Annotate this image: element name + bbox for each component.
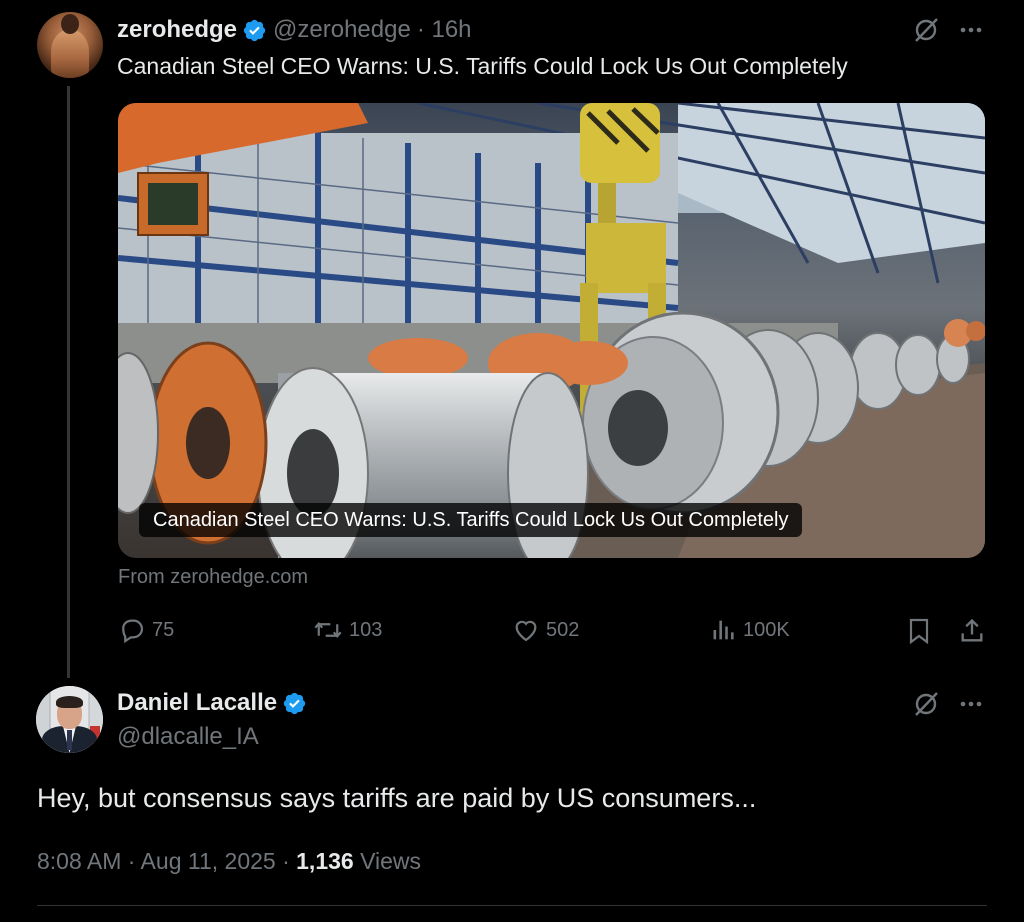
author-name[interactable]: zerohedge [117, 16, 237, 44]
reply-icon [122, 619, 144, 644]
views-label: Views [360, 848, 422, 874]
repost-icon [314, 621, 342, 639]
repost-count: 103 [349, 618, 383, 641]
card-source[interactable]: From zerohedge.com [118, 566, 308, 589]
card-caption: Canadian Steel CEO Warns: U.S. Tariffs C… [139, 503, 803, 537]
share-icon[interactable] [956, 616, 988, 646]
like-count: 502 [546, 618, 580, 641]
grok-icon[interactable] [910, 688, 942, 720]
reply-count: 75 [152, 618, 175, 641]
timestamp[interactable]: · 16h [417, 16, 472, 44]
avatar-daniel-lacalle[interactable] [36, 686, 103, 753]
views-count: 1,136 [296, 848, 354, 874]
views-count: 100K [743, 618, 790, 641]
views-button[interactable]: 100K [709, 616, 790, 644]
verified-badge-icon [282, 691, 307, 716]
verified-badge-icon [242, 18, 267, 43]
thread-line [67, 86, 70, 678]
bookmark-icon[interactable] [904, 616, 934, 646]
like-icon [515, 620, 537, 642]
like-button[interactable]: 502 [512, 616, 579, 644]
tweet-date[interactable]: · Aug 11, 2025 · [128, 848, 290, 874]
tweet-time[interactable]: 8:08 AM [37, 848, 121, 874]
author-handle[interactable]: @dlacalle_IA [117, 722, 259, 752]
avatar-zerohedge[interactable] [37, 12, 103, 78]
tweet-meta: 8:08 AM · Aug 11, 2025 · 1,136 Views [37, 848, 421, 875]
more-icon[interactable] [955, 14, 987, 46]
more-icon[interactable] [955, 688, 987, 720]
link-card-image[interactable]: Canadian Steel CEO Warns: U.S. Tariffs C… [118, 103, 985, 558]
repost-button[interactable]: 103 [313, 616, 382, 644]
grok-icon[interactable] [910, 14, 942, 46]
reply-button[interactable]: 75 [118, 616, 174, 644]
author-name[interactable]: Daniel Lacalle [117, 689, 277, 717]
tweet-header-zerohedge: zerohedge @zerohedge · 16h [117, 14, 472, 46]
views-icon [713, 620, 734, 640]
divider [37, 905, 987, 906]
tweet-header-main: Daniel Lacalle [117, 687, 313, 719]
tweet-text: Canadian Steel CEO Warns: U.S. Tariffs C… [117, 53, 848, 79]
tweet-text: Hey, but consensus says tariffs are paid… [37, 783, 757, 813]
author-handle[interactable]: @zerohedge [273, 16, 411, 44]
